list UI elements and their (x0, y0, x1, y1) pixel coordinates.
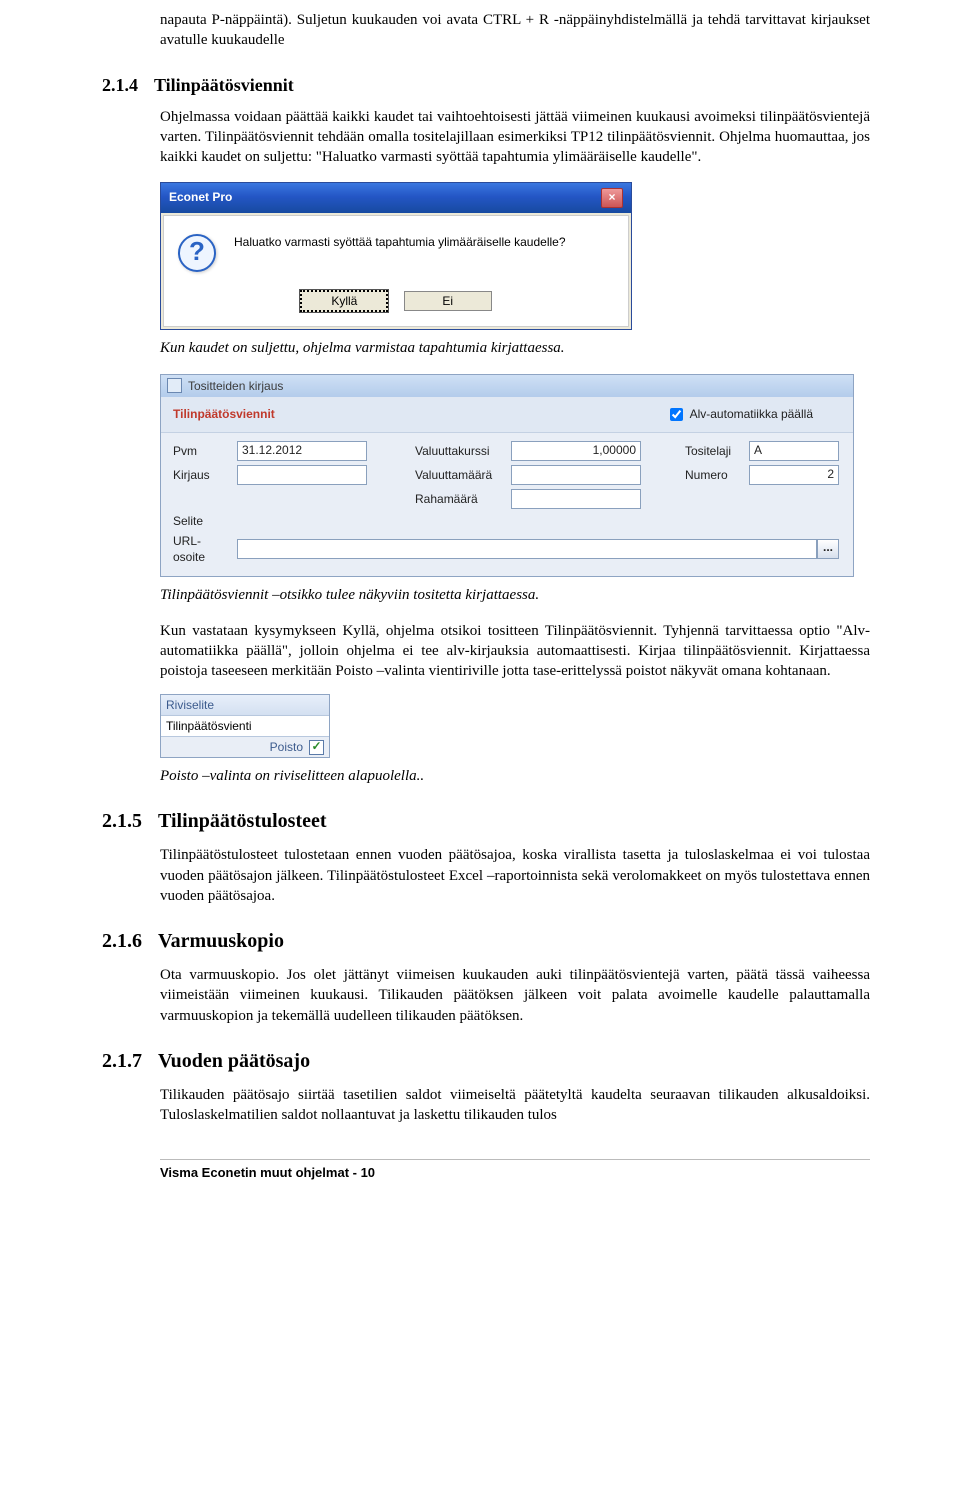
entry-header-text: Tilinpäätösviennit (173, 406, 275, 422)
entry-window-titlebar[interactable]: Tositteiden kirjaus (161, 375, 853, 397)
econet-dialog-title: Econet Pro (169, 189, 232, 205)
no-button[interactable]: Ei (404, 291, 492, 311)
window-icon (167, 378, 182, 393)
numero-input[interactable]: 2 (749, 465, 839, 485)
entry-window-title: Tositteiden kirjaus (188, 378, 283, 394)
riviselite-value[interactable]: Tilinpäätösvienti (161, 716, 329, 736)
heading-216: 2.1.6Varmuuskopio (102, 928, 870, 955)
url-label: URL- osoite (173, 533, 231, 565)
heading-214-title: Tilinpäätösviennit (154, 75, 294, 95)
alv-checkbox-input[interactable] (670, 408, 683, 421)
tositelaji-label: Tositelaji (685, 443, 743, 459)
yes-button[interactable]: Kyllä (300, 290, 388, 312)
econet-dialog: Econet Pro × ? Haluatko varmasti syöttää… (160, 182, 632, 330)
pvm-input[interactable]: 31.12.2012 (237, 441, 367, 461)
heading-217-title: Vuoden päätösajo (158, 1050, 310, 1072)
sec214-paragraph-2: Kun vastataan kysymykseen Kyllä, ohjelma… (160, 621, 870, 682)
econet-dialog-message: Haluatko varmasti syöttää tapahtumia yli… (234, 234, 566, 250)
caption-3: Poisto –valinta on riviselitteen alapuol… (160, 766, 870, 786)
heading-215: 2.1.5Tilinpäätöstulosteet (102, 808, 870, 835)
valuuttakurssi-label: Valuuttakurssi (415, 443, 505, 459)
alv-checkbox-label: Alv-automatiikka päällä (690, 406, 813, 422)
url-input[interactable] (237, 539, 817, 559)
url-browse-button[interactable]: ... (817, 539, 839, 559)
page-footer: Visma Econetin muut ohjelmat - 10 (160, 1164, 870, 1182)
heading-217: 2.1.7Vuoden päätösajo (102, 1048, 870, 1075)
riviselite-header: Riviselite (161, 695, 329, 716)
rahamaara-label: Rahamäärä (415, 491, 505, 507)
numero-label: Numero (685, 467, 743, 483)
poisto-label: Poisto (270, 739, 303, 755)
sec216-paragraph: Ota varmuuskopio. Jos olet jättänyt viim… (160, 965, 870, 1026)
sec215-paragraph: Tilinpäätöstulosteet tulostetaan ennen v… (160, 845, 870, 906)
heading-217-number: 2.1.7 (102, 1048, 158, 1075)
valuuttamaara-label: Valuuttamäärä (415, 467, 505, 483)
poisto-checkbox[interactable]: ✓ (309, 740, 324, 755)
sec217-paragraph: Tilikauden päätösajo siirtää tasetilien … (160, 1085, 870, 1126)
heading-215-title: Tilinpäätöstulosteet (158, 810, 327, 832)
heading-215-number: 2.1.5 (102, 808, 158, 835)
valuuttamaara-input[interactable] (511, 465, 641, 485)
entry-window: Tositteiden kirjaus Tilinpäätösviennit A… (160, 374, 854, 577)
tositelaji-input[interactable]: A (749, 441, 839, 461)
intro-paragraph: napauta P-näppäintä). Suljetun kuukauden… (160, 10, 870, 51)
footer-divider (160, 1159, 870, 1160)
pvm-label: Pvm (173, 443, 231, 459)
riviselite-panel: Riviselite Tilinpäätösvienti Poisto ✓ (160, 694, 330, 759)
heading-216-title: Varmuuskopio (158, 930, 284, 952)
alv-checkbox[interactable]: Alv-automatiikka päällä (666, 405, 813, 424)
question-icon: ? (178, 234, 216, 272)
sec214-paragraph-1: Ohjelmassa voidaan päättää kaikki kaudet… (160, 107, 870, 168)
rahamaara-input[interactable] (511, 489, 641, 509)
heading-216-number: 2.1.6 (102, 928, 158, 955)
selite-label: Selite (173, 513, 839, 529)
heading-214: 2.1.4Tilinpäätösviennit (102, 73, 870, 97)
heading-214-number: 2.1.4 (102, 73, 154, 97)
caption-2: Tilinpäätösviennit –otsikko tulee näkyvi… (160, 585, 870, 605)
kirjaus-label: Kirjaus (173, 467, 231, 483)
kirjaus-input[interactable] (237, 465, 367, 485)
caption-1: Kun kaudet on suljettu, ohjelma varmista… (160, 338, 870, 358)
econet-dialog-titlebar[interactable]: Econet Pro × (161, 183, 631, 213)
valuuttakurssi-input[interactable]: 1,00000 (511, 441, 641, 461)
close-icon[interactable]: × (601, 188, 623, 208)
